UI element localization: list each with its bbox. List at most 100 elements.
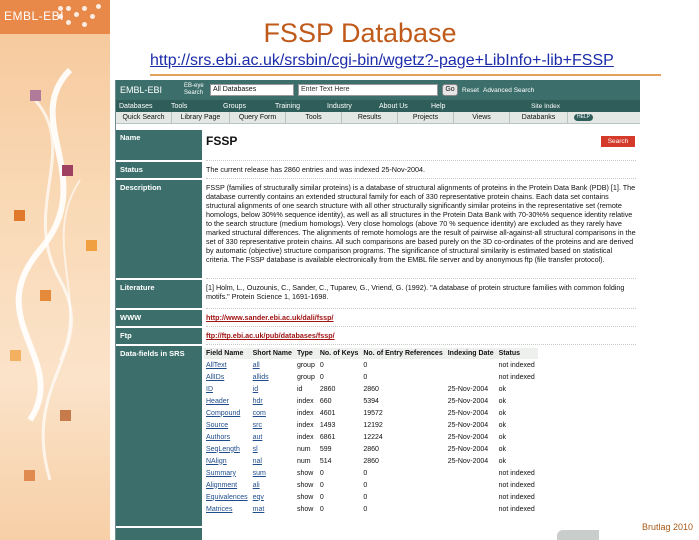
data-fields-label: Data-fields in SRS [116,346,202,526]
deco-square [10,350,21,361]
table-row: Summary sum show 0 0 not indexed [204,467,538,479]
cell-short-name[interactable]: com [251,407,295,419]
cell-type: index [296,409,314,417]
cell-no-keys: 6861 [319,433,336,441]
cell-short-name[interactable]: src [251,419,295,431]
cell-field-name[interactable]: Authors [204,431,251,443]
cell-indexing-date [446,479,497,491]
tab-query-form[interactable]: Query Form [230,111,286,124]
cell-field-name[interactable]: Source [204,419,251,431]
cell-short-name[interactable]: nal [251,455,295,467]
cell-short-name[interactable]: id [251,383,295,395]
cell-field-name[interactable]: SeqLength [204,443,251,455]
cell-short-name[interactable]: sum [251,467,295,479]
row-divider [206,278,636,279]
cell-short-name[interactable]: mat [251,503,295,515]
menu-help[interactable]: Help [431,103,483,110]
cell-status: ok [498,385,507,393]
site-index-link[interactable]: Site Index [531,103,560,110]
cell-short-name[interactable]: sl [251,443,295,455]
bottom-tab-decoration [557,530,599,540]
menu-training[interactable]: Training [275,103,327,110]
table-row: Matrices mat show 0 0 not indexed [204,503,538,515]
cell-status: ok [498,445,507,453]
cell-status: not indexed [498,481,535,489]
tab-results[interactable]: Results [342,111,398,124]
reset-link[interactable]: Reset [462,87,479,94]
row-divider [206,308,636,309]
col-short-name: Short Name [250,348,295,359]
cell-short-name[interactable]: all [251,359,295,371]
cell-short-name[interactable]: aut [251,431,295,443]
literature-label: Literature [116,280,202,308]
ftp-link[interactable]: ftp://ftp.ebi.ac.uk/pub/databases/fssp/ [206,331,335,340]
cell-status: ok [498,433,507,441]
cell-field-name[interactable]: Compound [204,407,251,419]
cell-type: show [296,505,314,513]
search-input[interactable]: Enter Text Here [298,84,438,96]
database-select[interactable]: All Databases [210,84,294,96]
cell-field-name[interactable]: ID [204,383,251,395]
menu-about-us[interactable]: About Us [379,103,431,110]
cell-type: show [296,481,314,489]
menu-tools[interactable]: Tools [171,103,223,110]
cell-field-name[interactable]: Matrices [204,503,251,515]
cell-short-name[interactable]: hdr [251,395,295,407]
www-link[interactable]: http://www.sander.ebi.ac.uk/dali/fssp/ [206,313,334,322]
cell-type: show [296,493,314,501]
cell-field-name[interactable]: AllText [204,359,251,371]
slide-url-link[interactable]: http://srs.ebi.ac.uk/srsbin/cgi-bin/wget… [150,52,614,70]
cell-short-name[interactable]: allids [251,371,295,383]
col-field-name: Field Name [204,348,251,359]
menu-industry[interactable]: Industry [327,103,379,110]
cell-no-entry-refs: 19572 [363,409,383,417]
cell-field-name[interactable]: NAlign [204,455,251,467]
description-value: FSSP (families of structurally similar p… [206,183,636,264]
tab-databanks[interactable]: Databanks [510,111,568,124]
cell-indexing-date: 25-Nov-2004 [447,421,489,429]
cell-short-name[interactable]: ali [251,479,295,491]
cell-no-keys: 4601 [319,409,336,417]
cell-field-name[interactable]: Alignment [204,479,251,491]
cell-indexing-date [446,371,497,383]
tab-views[interactable]: Views [454,111,510,124]
menu-groups[interactable]: Groups [223,103,275,110]
col-indexing-date: Indexing Date [445,348,497,359]
tab-quick-search[interactable]: Quick Search [116,111,172,124]
col-type: Type [294,348,318,359]
cell-short-name[interactable]: eqv [251,491,295,503]
srs-logo[interactable]: EMBL-EBI [120,85,180,95]
info-row-data-fields: Data-fields in SRS Field Name Short Name… [116,346,640,526]
cell-type: group [296,373,315,381]
cell-field-name[interactable]: Summary [204,467,251,479]
slide-title: FSSP Database [263,18,457,48]
cell-no-entry-refs: 0 [363,505,368,513]
srs-menu-bar: Databases Tools Groups Training Industry… [116,100,640,112]
go-button[interactable]: Go [442,84,458,96]
cell-field-name[interactable]: Header [204,395,251,407]
slide-footer: Brutlag 2010 [641,522,693,532]
cell-status: not indexed [498,493,535,501]
menu-databases[interactable]: Databases [119,103,171,110]
ftp-label: Ftp [116,328,202,344]
srs-screenshot: EMBL-EBI EB-eye Search All Databases Ent… [115,80,640,540]
cell-no-keys: 0 [319,469,324,477]
table-row: NAlign nal num 514 2860 25-Nov-2004 ok [204,455,538,467]
tab-tools[interactable]: Tools [286,111,342,124]
cell-indexing-date [446,467,497,479]
tab-projects[interactable]: Projects [398,111,454,124]
cell-no-keys: 0 [319,505,324,513]
cell-field-name[interactable]: Equivalences [204,491,251,503]
cell-type: show [296,469,314,477]
info-row-www: WWW http://www.sander.ebi.ac.uk/dali/fss… [116,310,640,326]
cell-field-name[interactable]: AllIDs [204,371,251,383]
tab-library-page[interactable]: Library Page [172,111,230,124]
help-badge-icon[interactable]: HELP [574,114,594,121]
next-section-label [116,528,202,540]
cell-type: num [296,445,311,453]
cell-indexing-date: 25-Nov-2004 [447,397,489,405]
search-button[interactable]: Search [601,136,635,147]
cell-status: not indexed [498,469,535,477]
cell-no-entry-refs: 2860 [363,457,379,465]
advanced-search-link[interactable]: Advanced Search [483,87,534,94]
